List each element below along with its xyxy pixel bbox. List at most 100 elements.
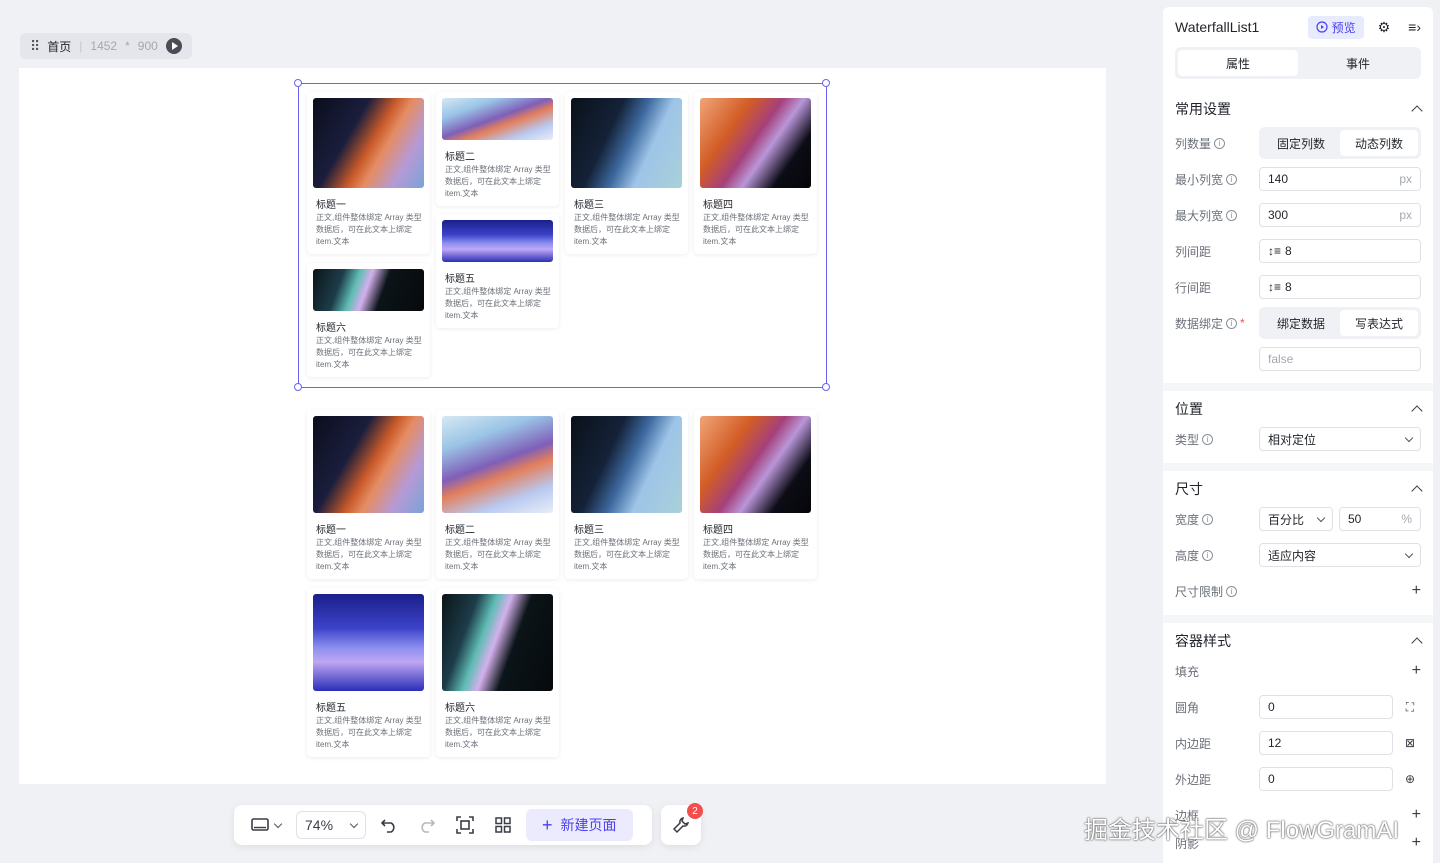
columns-row: 列数量 i 固定列数 动态列数 [1163,125,1433,161]
redo-button[interactable] [412,811,442,839]
zoom-select[interactable]: 74% [296,811,366,839]
card-title: 标题三 [574,525,604,536]
section-position-header[interactable]: 位置 [1163,397,1433,421]
input-value: 0 [1268,772,1275,786]
drag-handle-icon[interactable]: ⠿ [30,38,40,55]
info-icon[interactable]: i [1202,549,1214,561]
canvas-workspace: ⠿ 首页 | 1452 * 900 标题一 正文,组件整体绑定 Array 类型… [0,0,1160,863]
column-gap-input[interactable]: ↕≡ 8 [1259,239,1421,263]
list-item[interactable]: 标题一 正文,组件整体绑定 Array 类型数据后，可在此文本上绑定 item.… [307,410,430,579]
add-icon[interactable]: + [1412,662,1421,680]
play-icon[interactable] [165,38,182,54]
preview-button[interactable]: 预览 [1307,15,1364,39]
layout-grid-button[interactable] [488,811,518,839]
field-label: 宽度 [1175,512,1200,527]
breadcrumb[interactable]: ⠿ 首页 | 1452 * 900 [20,33,192,59]
gear-icon[interactable]: ⚙ [1378,19,1391,36]
height-mode-select[interactable]: 适应内容 [1259,543,1421,567]
plus-icon: + [542,814,553,835]
properties-panel: WaterfallList1 预览 ⚙ ≡› 属性 事件 常用设置 列数量 i 固… [1163,7,1433,863]
min-width-input[interactable]: 140 px [1259,167,1421,191]
section-title: 尺寸 [1175,481,1203,497]
list-item[interactable]: 标题五 正文,组件整体绑定 Array 类型数据后，可在此文本上绑定 item.… [307,588,430,757]
resize-handle[interactable] [822,79,830,87]
card-image [571,416,682,513]
chevron-up-icon[interactable] [1411,105,1423,117]
height-row: 高度 i 适应内容 [1163,537,1433,573]
device-select[interactable] [244,811,288,839]
resize-handle[interactable] [294,383,302,391]
list-item[interactable]: 标题二 正文,组件整体绑定 Array 类型数据后，可在此文本上绑定 item.… [436,410,559,579]
columns-dynamic-option[interactable]: 动态列数 [1340,130,1418,156]
required-mark: * [1240,316,1245,330]
chevron-down-icon [1404,549,1414,558]
corner-radius-icon[interactable]: ⛶ [1399,700,1421,715]
input-value: false [1268,352,1294,366]
bind-data-option[interactable]: 绑定数据 [1262,310,1340,336]
list-item[interactable]: 标题六 正文,组件整体绑定 Array 类型数据后，可在此文本上绑定 item.… [436,588,559,757]
list-item[interactable]: 标题三 正文,组件整体绑定 Array 类型数据后，可在此文本上绑定 item.… [565,410,688,579]
field-label: 列数量 [1175,136,1212,151]
add-icon[interactable]: + [1412,834,1421,852]
fit-screen-button[interactable] [450,811,480,839]
field-label: 外边距 [1175,772,1212,787]
section-container-header[interactable]: 容器样式 [1163,629,1433,653]
radius-row: 圆角 0 ⛶ [1163,689,1433,725]
card-title: 标题二 [445,525,475,536]
chevron-up-icon[interactable] [1411,485,1423,497]
select-value: 百分比 [1268,512,1305,527]
info-icon[interactable]: i [1226,317,1238,329]
resize-handle[interactable] [294,79,302,87]
padding-row: 内边距 12 ⊠ [1163,725,1433,761]
row-gap-input[interactable]: ↕≡ 8 [1259,275,1421,299]
info-icon[interactable]: i [1226,173,1238,185]
add-icon[interactable]: + [1412,806,1421,824]
card-title: 标题五 [316,703,346,714]
margin-icon[interactable]: ⊕ [1399,772,1421,786]
position-type-select[interactable]: 相对定位 [1259,427,1421,451]
list-item[interactable]: 标题四 正文,组件整体绑定 Array 类型数据后，可在此文本上绑定 item.… [694,410,817,579]
section-common-header[interactable]: 常用设置 [1163,97,1433,121]
tab-events[interactable]: 事件 [1298,50,1418,76]
section-title: 常用设置 [1175,101,1231,117]
info-icon[interactable]: i [1226,585,1238,597]
select-value: 适应内容 [1268,548,1317,563]
chevron-up-icon[interactable] [1411,405,1423,417]
section-size-header[interactable]: 尺寸 [1163,477,1433,501]
width-input[interactable]: 50% [1339,507,1421,531]
resize-handle[interactable] [822,383,830,391]
spacing-icon: ↕≡ [1268,280,1282,294]
write-expression-option[interactable]: 写表达式 [1340,310,1418,336]
field-label: 内边距 [1175,736,1212,751]
info-icon[interactable]: i [1202,513,1214,525]
expression-input[interactable]: false [1259,347,1421,371]
card-image [313,594,424,691]
watermark: 掘金技术社区 @ FlowGramAI [1084,817,1400,844]
new-page-button[interactable]: + 新建页面 [526,809,633,841]
max-width-input[interactable]: 300 px [1259,203,1421,227]
info-icon[interactable]: i [1226,209,1238,221]
chevron-up-icon[interactable] [1411,637,1423,649]
selection-box[interactable] [298,83,827,388]
add-icon[interactable]: + [1412,582,1421,600]
columns-fixed-option[interactable]: 固定列数 [1262,130,1340,156]
field-label: 圆角 [1175,700,1200,715]
chevron-down-icon [349,819,359,828]
padding-icon[interactable]: ⊠ [1399,736,1421,750]
padding-input[interactable]: 12 [1259,731,1393,755]
radius-input[interactable]: 0 [1259,695,1393,719]
unit-label: % [1401,512,1412,526]
divider [1163,615,1433,623]
input-value: 300 [1268,208,1289,222]
tab-properties[interactable]: 属性 [1178,50,1298,76]
margin-input[interactable]: 0 [1259,767,1393,791]
undo-button[interactable] [374,811,404,839]
info-icon[interactable]: i [1202,433,1214,445]
card-body: 正文,组件整体绑定 Array 类型数据后，可在此文本上绑定 item.文本 [316,538,422,571]
card-body: 正文,组件整体绑定 Array 类型数据后，可在此文本上绑定 item.文本 [445,538,551,571]
chevron-down-icon [1404,433,1414,442]
collapse-panel-icon[interactable]: ≡› [1408,19,1421,35]
info-icon[interactable]: i [1214,137,1226,149]
tools-button[interactable]: 2 [661,803,703,845]
width-mode-select[interactable]: 百分比 [1259,507,1333,531]
